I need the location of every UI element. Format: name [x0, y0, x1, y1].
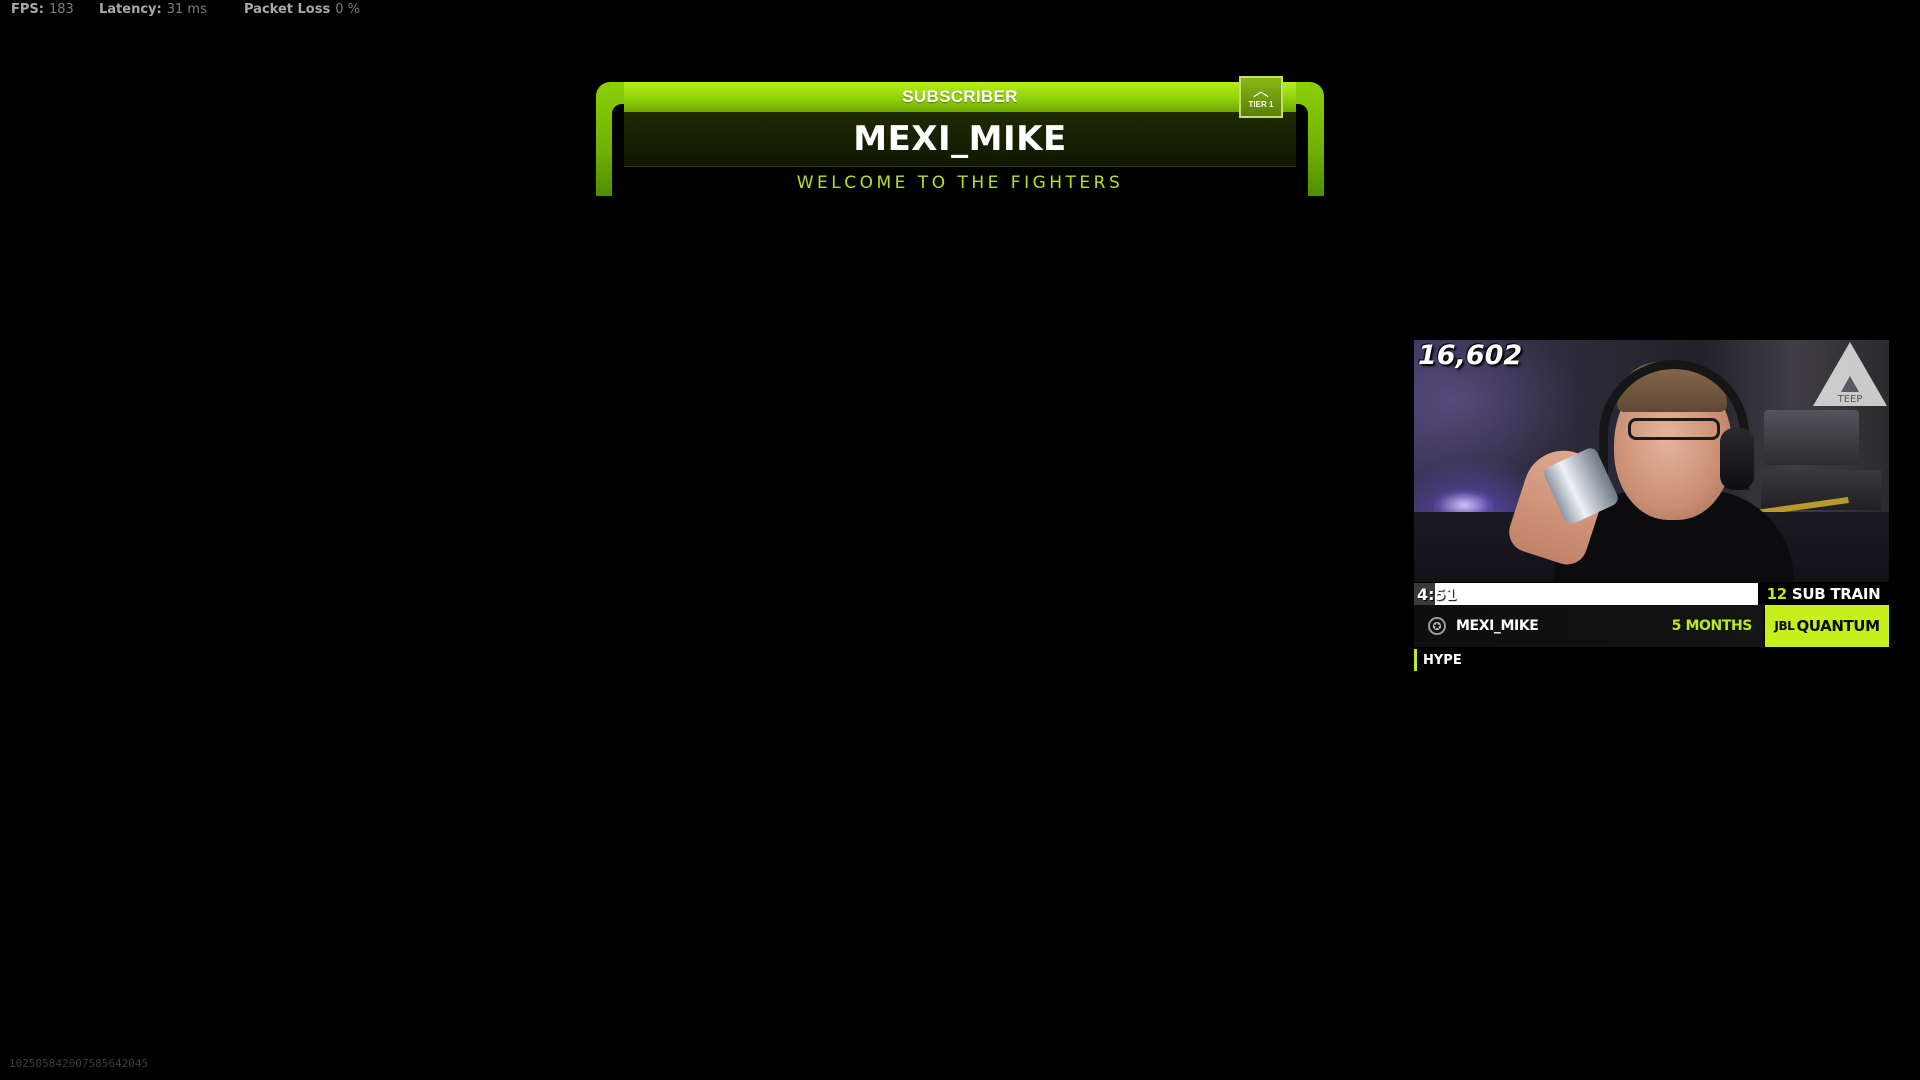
sponsor-brand: QUANTUM — [1796, 617, 1880, 635]
latest-sub-panel: ✪ MEXI_MIKE 5 MONTHS — [1414, 605, 1764, 647]
alert-type: SUBSCRIBER — [902, 87, 1018, 106]
alert-message: WELCOME TO THE FIGHTERS — [796, 173, 1124, 193]
packet-loss-value: 0 % — [335, 2, 360, 17]
fps-value: 183 — [48, 2, 74, 17]
alert-header: SUBSCRIBER — [624, 82, 1296, 112]
alert-body: MEXI_MIKE — [624, 112, 1296, 167]
subscriber-alert: SUBSCRIBER MEXI_MIKE WELCOME TO THE FIGH… — [596, 76, 1324, 197]
alert-right-wing — [1296, 82, 1324, 196]
latest-sub-months: 5 MONTHS — [1671, 618, 1753, 634]
triangle-logo-icon: TEEP — [1813, 342, 1887, 406]
badge-icon: ✪ — [1428, 617, 1446, 635]
sub-train-label-group: 12 SUB TRAIN — [1758, 583, 1889, 605]
stream-stats-bar: FPS: 183 Latency: 31 ms Packet Loss 0 % — [11, 2, 360, 17]
sponsor-logo: JBL QUANTUM — [1765, 605, 1889, 647]
hype-marker — [1414, 649, 1417, 671]
webcam-shelf — [1764, 410, 1859, 465]
chevron-up-icon: ︿ — [1252, 81, 1269, 100]
viewer-count: 16,602 — [1418, 340, 1523, 371]
sponsor-prefix: JBL — [1774, 619, 1795, 633]
packet-loss-label: Packet Loss — [244, 2, 331, 17]
sub-train-timer: 4:51 — [1417, 584, 1457, 604]
packet-loss-stat: Packet Loss 0 % — [244, 2, 360, 17]
headset-earcup — [1720, 428, 1754, 490]
sub-train-label: SUB TRAIN — [1791, 585, 1881, 603]
alert-left-wing — [596, 82, 624, 196]
fps-stat: FPS: 183 — [11, 2, 99, 17]
alert-username: MEXI_MIKE — [853, 119, 1067, 159]
sub-train-progress-bar: 4:51 — [1414, 583, 1758, 605]
latest-sub-row: ✪ MEXI_MIKE 5 MONTHS JBL QUANTUM — [1414, 605, 1889, 647]
tier-badge: ︿ TIER 1 — [1239, 76, 1283, 118]
session-id: 10250584200758564204​5 — [9, 1057, 149, 1070]
webcam-feed: TEEP 16,602 — [1414, 340, 1889, 582]
sub-train-row: 4:51 12 SUB TRAIN — [1414, 583, 1889, 605]
latency-value: 31 ms — [166, 2, 207, 17]
hype-label: HYPE — [1423, 652, 1462, 668]
hype-indicator: HYPE — [1414, 649, 1462, 671]
sub-train-count: 12 — [1766, 585, 1788, 603]
alert-message-row: WELCOME TO THE FIGHTERS — [624, 172, 1296, 194]
latest-sub-name: MEXI_MIKE — [1456, 618, 1539, 634]
latency-stat: Latency: 31 ms — [99, 2, 244, 17]
tier-label: TIER 1 — [1248, 100, 1274, 109]
latency-label: Latency: — [99, 2, 162, 17]
fps-label: FPS: — [11, 2, 44, 17]
logo-text: TEEP — [1837, 394, 1863, 405]
